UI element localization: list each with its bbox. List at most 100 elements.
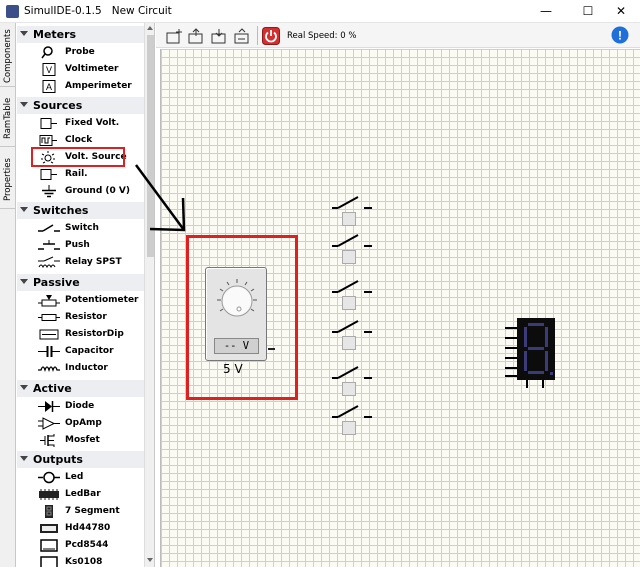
component-resistor[interactable]: Resistor bbox=[17, 309, 144, 326]
diode-icon bbox=[37, 400, 61, 413]
component-push[interactable]: Push bbox=[17, 237, 144, 254]
switch-button[interactable] bbox=[342, 421, 356, 435]
category-label: Meters bbox=[33, 28, 77, 41]
switch-button[interactable] bbox=[342, 296, 356, 310]
component-capacitor[interactable]: Capacitor bbox=[17, 343, 144, 360]
component-hd44780[interactable]: Hd44780 bbox=[17, 520, 144, 537]
led-icon bbox=[37, 471, 61, 484]
chevron-down-icon bbox=[20, 102, 28, 107]
seven-segment-display[interactable] bbox=[505, 318, 561, 388]
ks0108-icon bbox=[37, 556, 61, 567]
component-rail[interactable]: Rail. bbox=[17, 166, 144, 183]
switch-button[interactable] bbox=[342, 212, 356, 226]
category-label: Sources bbox=[33, 99, 83, 112]
svg-text:V: V bbox=[46, 65, 52, 75]
component-switch[interactable]: Switch bbox=[17, 220, 144, 237]
amperimeter-icon: A bbox=[37, 80, 61, 93]
component-label: Switch bbox=[65, 223, 99, 233]
category-outputs[interactable]: Outputs bbox=[17, 451, 144, 468]
component-label: Fixed Volt. bbox=[65, 118, 120, 128]
close-button[interactable]: ✕ bbox=[602, 0, 640, 23]
category-label: Outputs bbox=[33, 453, 83, 466]
chevron-down-icon bbox=[20, 456, 28, 461]
tab-properties[interactable]: Properties bbox=[0, 151, 16, 209]
save-circuit-icon[interactable] bbox=[210, 27, 228, 44]
category-passive[interactable]: Passive bbox=[17, 274, 144, 291]
push-icon bbox=[37, 239, 61, 252]
power-icon[interactable] bbox=[262, 26, 280, 45]
scroll-up-icon[interactable] bbox=[147, 26, 153, 30]
switch-icon bbox=[37, 222, 61, 235]
voltimeter-icon: V bbox=[37, 63, 61, 76]
switch-button[interactable] bbox=[342, 336, 356, 350]
potentiometer-icon bbox=[37, 294, 61, 307]
probe-icon bbox=[37, 46, 61, 59]
component-label: Amperimeter bbox=[65, 81, 132, 91]
save-as-icon[interactable] bbox=[233, 27, 251, 44]
component-label: Led bbox=[65, 472, 84, 482]
component-potentiometer[interactable]: Potentiometer bbox=[17, 292, 144, 309]
category-meters[interactable]: Meters bbox=[17, 26, 144, 43]
component-diode[interactable]: Diode bbox=[17, 398, 144, 415]
component-label: 7 Segment bbox=[65, 506, 120, 516]
component-resistordip[interactable]: ResistorDip bbox=[17, 326, 144, 343]
component-fixed-volt[interactable]: Fixed Volt. bbox=[17, 115, 144, 132]
component-label: Pcd8544 bbox=[65, 540, 109, 550]
component-7-segment[interactable]: 7 Segment bbox=[17, 503, 144, 520]
component-opamp[interactable]: OpAmp bbox=[17, 415, 144, 432]
component-voltimeter[interactable]: V Voltimeter bbox=[17, 61, 144, 78]
component-label: Ground (0 V) bbox=[65, 186, 130, 196]
scroll-thumb[interactable] bbox=[147, 35, 154, 257]
category-active[interactable]: Active bbox=[17, 380, 144, 397]
canvas-switch[interactable] bbox=[330, 364, 380, 404]
component-label: Resistor bbox=[65, 312, 107, 322]
component-probe[interactable]: Probe bbox=[17, 44, 144, 61]
mosfet-icon bbox=[37, 434, 61, 447]
component-ks0108[interactable]: Ks0108 bbox=[17, 554, 144, 567]
seven-segment-icon bbox=[37, 505, 61, 518]
category-sources[interactable]: Sources bbox=[17, 97, 144, 114]
tab-components[interactable]: Components bbox=[0, 27, 16, 87]
scroll-down-icon[interactable] bbox=[147, 558, 153, 562]
fixed-volt-icon bbox=[37, 117, 61, 130]
canvas-switch[interactable] bbox=[330, 232, 380, 272]
clock-icon bbox=[37, 134, 61, 147]
canvas-switch[interactable] bbox=[330, 403, 380, 443]
component-label: Clock bbox=[65, 135, 93, 145]
component-label: Voltimeter bbox=[65, 64, 119, 74]
volt-source-highlight bbox=[31, 147, 125, 167]
switch-button[interactable] bbox=[342, 250, 356, 264]
component-label: Push bbox=[65, 240, 90, 250]
component-label: Diode bbox=[65, 401, 95, 411]
component-inductor[interactable]: Inductor bbox=[17, 360, 144, 377]
rail-icon bbox=[37, 168, 61, 181]
switch-button[interactable] bbox=[342, 382, 356, 396]
category-switches[interactable]: Switches bbox=[17, 202, 144, 219]
pcd8544-icon bbox=[37, 539, 61, 552]
open-circuit-icon[interactable] bbox=[187, 27, 205, 44]
component-mosfet[interactable]: Mosfet bbox=[17, 432, 144, 449]
canvas-switch[interactable] bbox=[330, 278, 380, 318]
canvas-switch[interactable] bbox=[330, 318, 380, 358]
chevron-down-icon bbox=[20, 385, 28, 390]
new-circuit-icon[interactable] bbox=[165, 27, 183, 44]
resistordip-icon bbox=[37, 328, 61, 341]
canvas-switch[interactable] bbox=[330, 194, 380, 234]
component-ground[interactable]: Ground (0 V) bbox=[17, 183, 144, 200]
component-label: Probe bbox=[65, 47, 95, 57]
toolbar-separator bbox=[257, 26, 258, 45]
component-label: Relay SPST bbox=[65, 257, 122, 267]
component-relay-spst[interactable]: Relay SPST bbox=[17, 254, 144, 271]
info-icon[interactable]: ! bbox=[611, 26, 629, 43]
component-ledbar[interactable]: LedBar bbox=[17, 486, 144, 503]
panel-scrollbar[interactable] bbox=[144, 23, 154, 567]
chevron-down-icon bbox=[20, 207, 28, 212]
component-led[interactable]: Led bbox=[17, 469, 144, 486]
component-pcd8544[interactable]: Pcd8544 bbox=[17, 537, 144, 554]
inductor-icon bbox=[37, 362, 61, 375]
component-amperimeter[interactable]: A Amperimeter bbox=[17, 78, 144, 95]
category-label: Switches bbox=[33, 204, 89, 217]
minimize-button[interactable]: — bbox=[527, 0, 565, 23]
tab-ramtable[interactable]: RamTable bbox=[0, 91, 16, 147]
side-tab-bar: Components RamTable Properties bbox=[0, 23, 16, 567]
